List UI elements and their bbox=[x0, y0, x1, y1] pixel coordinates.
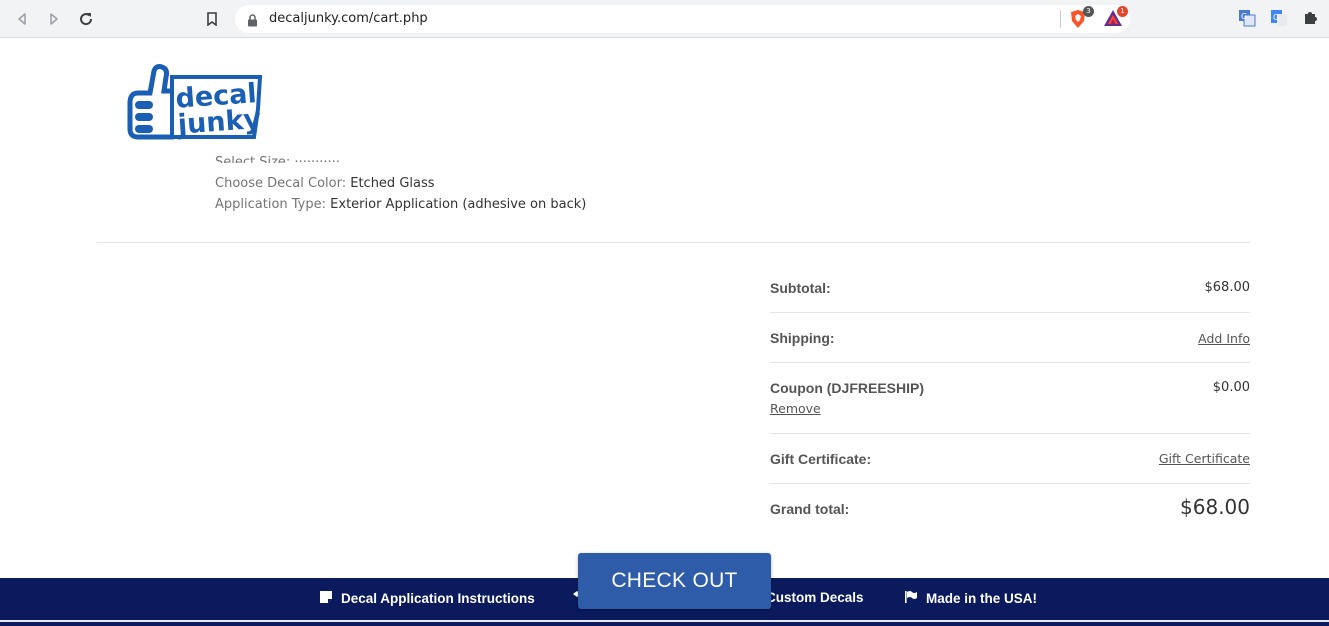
subtotal-row: Subtotal: $68.00 bbox=[770, 262, 1250, 313]
extensions-puzzle-icon[interactable] bbox=[1303, 9, 1323, 29]
subtotal-label: Subtotal: bbox=[770, 280, 831, 296]
option-label: Application Type: bbox=[215, 197, 327, 212]
footer-instructions-label: Decal Application Instructions bbox=[341, 591, 535, 606]
option-row: Application Type: Exterior Application (… bbox=[215, 194, 586, 215]
gift-certificate-label: Gift Certificate: bbox=[770, 451, 872, 467]
footer-custom-decals-link[interactable]: Custom Decals bbox=[766, 590, 864, 605]
note-icon bbox=[319, 590, 333, 607]
brave-shield-icon[interactable]: 3 bbox=[1069, 6, 1094, 29]
svg-text:G: G bbox=[1241, 12, 1247, 21]
option-value: Exterior Application (adhesive on back) bbox=[330, 197, 587, 212]
product-options: Select Size: ··········· Choose Decal Co… bbox=[215, 155, 586, 215]
translate-icon[interactable]: G bbox=[1238, 9, 1258, 29]
grand-total-value: $68.00 bbox=[1180, 495, 1250, 519]
divider bbox=[97, 242, 1250, 243]
grand-total-label: Grand total: bbox=[770, 501, 850, 517]
option-value: Etched Glass bbox=[350, 176, 435, 191]
brave-badge: 3 bbox=[1083, 6, 1094, 17]
address-bar[interactable]: decaljunky.com/cart.php bbox=[235, 5, 1130, 33]
option-row: Choose Decal Color: Etched Glass bbox=[215, 173, 586, 194]
footer-instructions-link[interactable]: Decal Application Instructions bbox=[319, 590, 535, 607]
site-logo[interactable]: decal junky bbox=[126, 63, 262, 141]
add-shipping-info-link[interactable]: Add Info bbox=[1198, 331, 1250, 346]
remove-coupon-link[interactable]: Remove bbox=[770, 401, 821, 416]
checkout-button[interactable]: CHECK OUT bbox=[578, 553, 771, 609]
select-size-row-clipped: Select Size: ··········· bbox=[215, 155, 340, 163]
lock-icon bbox=[247, 12, 258, 31]
flag-icon bbox=[904, 590, 918, 607]
coupon-value: $0.00 bbox=[1212, 380, 1250, 395]
shipping-label: Shipping: bbox=[770, 330, 835, 346]
coupon-label: Coupon (DJFREESHIP) bbox=[770, 380, 924, 396]
forward-icon[interactable] bbox=[44, 9, 64, 29]
browser-toolbar: decaljunky.com/cart.php 3 1 G G bbox=[0, 0, 1329, 38]
back-icon[interactable] bbox=[12, 9, 32, 29]
option-label: Choose Decal Color: bbox=[215, 176, 347, 191]
google-translate-icon[interactable]: G bbox=[1270, 9, 1290, 29]
shipping-row: Shipping: Add Info bbox=[770, 313, 1250, 363]
bookmark-icon[interactable] bbox=[202, 9, 222, 29]
bat-badge: 1 bbox=[1117, 6, 1128, 17]
footer-custom-decals-label: Custom Decals bbox=[766, 590, 864, 605]
reload-icon[interactable] bbox=[76, 9, 96, 29]
bat-rewards-icon[interactable]: 1 bbox=[1103, 6, 1128, 29]
subtotal-value: $68.00 bbox=[1204, 280, 1251, 295]
logo-text-junky: junky bbox=[176, 104, 262, 141]
footer-usa-label: Made in the USA! bbox=[926, 591, 1038, 606]
cart-totals: Subtotal: $68.00 Shipping: Add Info Coup… bbox=[770, 262, 1250, 534]
omnibox-divider bbox=[1060, 10, 1061, 28]
gift-certificate-row: Gift Certificate: Gift Certificate bbox=[770, 434, 1250, 484]
svg-text:G: G bbox=[1273, 13, 1279, 22]
coupon-row: Coupon (DJFREESHIP) $0.00 Remove bbox=[770, 363, 1250, 434]
gift-certificate-link[interactable]: Gift Certificate bbox=[1159, 451, 1250, 466]
grand-total-row: Grand total: $68.00 bbox=[770, 484, 1250, 534]
footer-line bbox=[0, 620, 1329, 622]
url-text[interactable]: decaljunky.com/cart.php bbox=[269, 11, 428, 26]
footer-usa-link[interactable]: Made in the USA! bbox=[904, 590, 1037, 607]
